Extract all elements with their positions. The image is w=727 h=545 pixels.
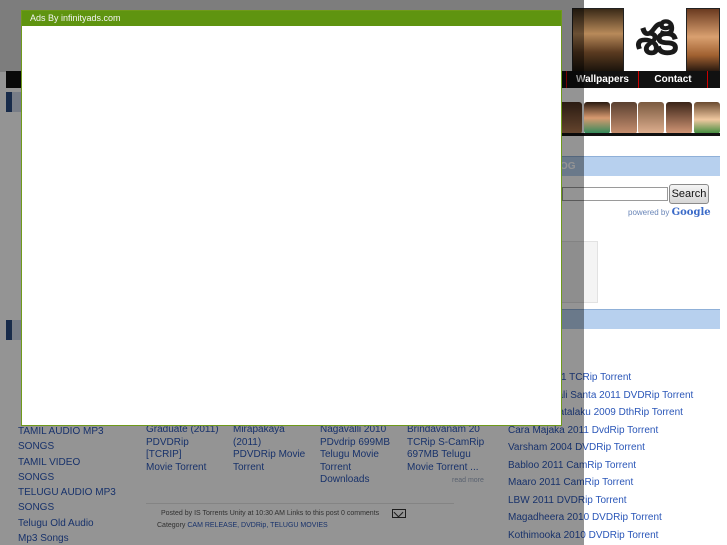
ad-popup[interactable]: Ads By infinityads.com — [21, 10, 562, 426]
ad-title-bar[interactable]: Ads By infinityads.com — [22, 11, 561, 26]
search-button[interactable]: Search — [669, 184, 709, 204]
thumb-6[interactable] — [694, 102, 720, 134]
nav-contact[interactable]: Contact — [638, 71, 708, 88]
thumb-3[interactable] — [611, 102, 637, 134]
thumb-5[interactable] — [666, 102, 692, 134]
google-logo: Google — [671, 207, 711, 218]
ad-content-area[interactable] — [22, 26, 561, 425]
header-photo-right — [686, 8, 720, 72]
powered-by-google: powered by Google — [628, 207, 711, 218]
thumb-2[interactable] — [584, 102, 610, 134]
thumb-4[interactable] — [638, 102, 664, 134]
ad-title: Ads By infinityads.com — [30, 13, 121, 23]
site-logo[interactable]: శకి — [624, 8, 686, 72]
powered-by-label: powered by — [628, 208, 670, 217]
